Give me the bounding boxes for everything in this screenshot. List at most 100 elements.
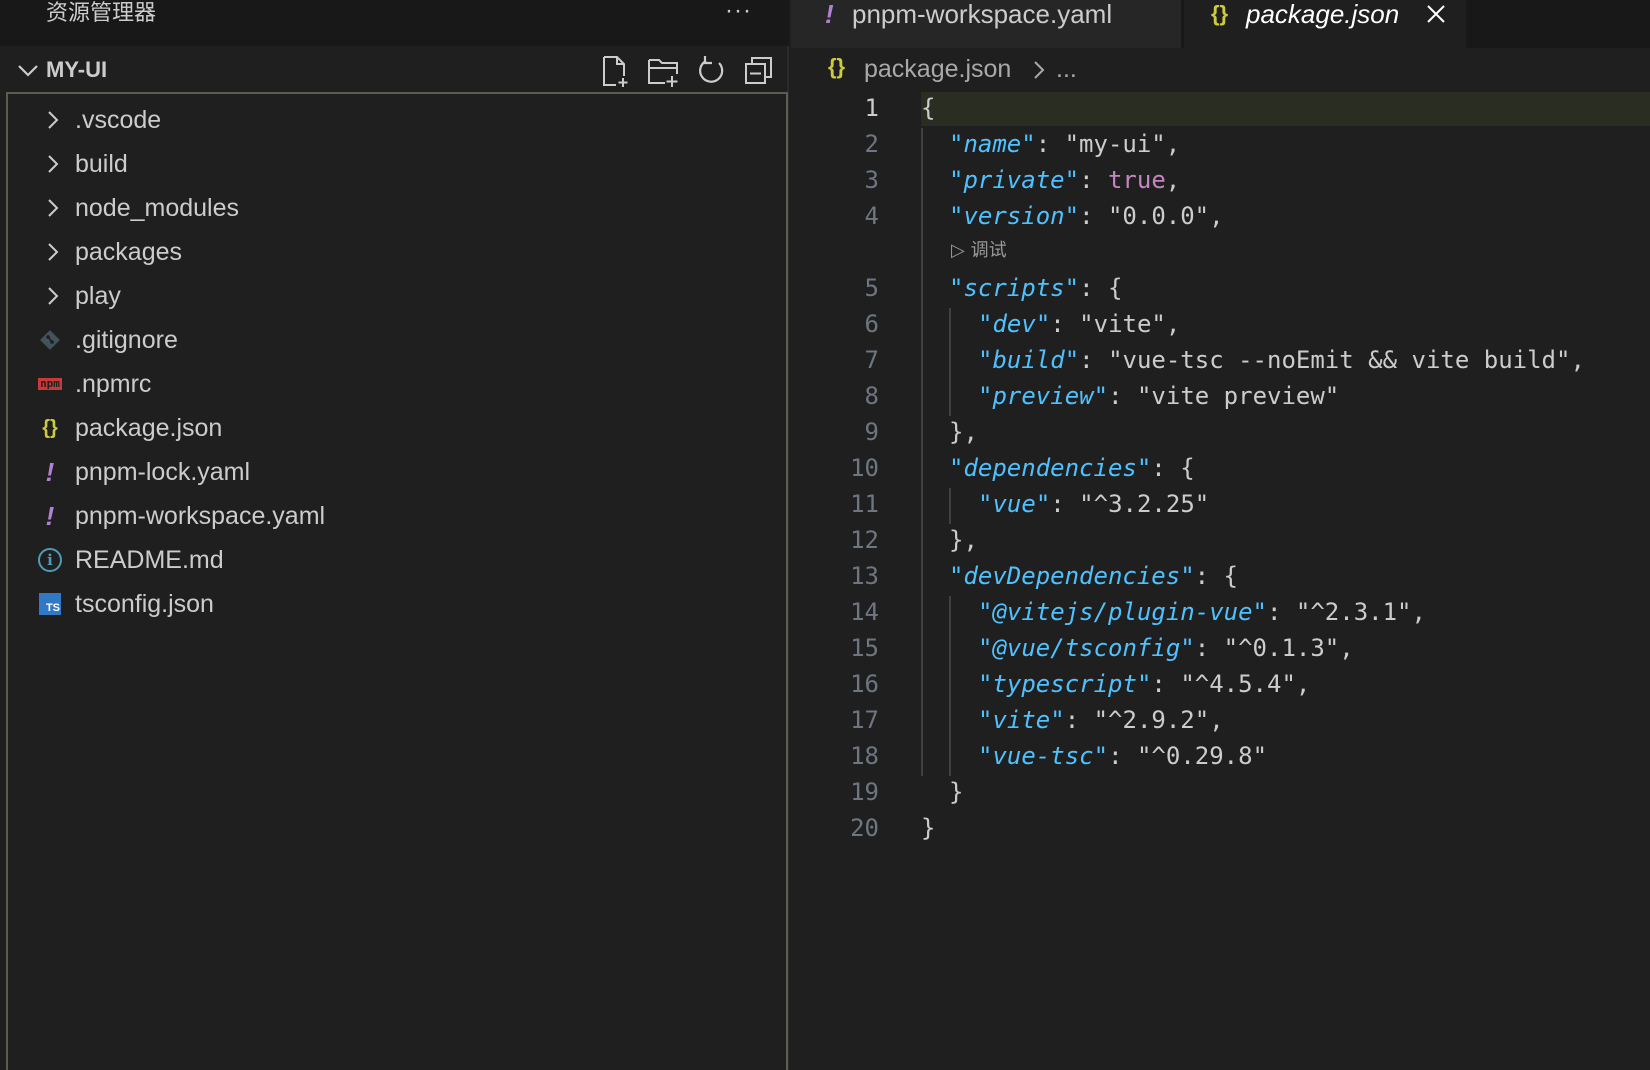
collapse-all-icon[interactable] [742, 54, 776, 88]
info-icon: i [36, 546, 64, 574]
line-number: 9 [864, 418, 879, 446]
code-text: "build": "vue-tsc --noEmit && vite build… [978, 346, 1585, 374]
line-number: 7 [864, 346, 879, 374]
chevron-down-icon[interactable] [16, 58, 40, 82]
code-text: "private": true, [949, 166, 1181, 194]
code-line: 4 "version": "0.0.0", [791, 198, 1650, 234]
code-text: "dev": "vite", [978, 310, 1181, 338]
tree-item-label: node_modules [75, 194, 240, 222]
code-line: 8 "preview": "vite preview" [791, 378, 1650, 414]
tab-package-json[interactable]: {} package.json [1184, 0, 1466, 48]
tree-item-label: .gitignore [75, 326, 178, 354]
code-text: "vue-tsc": "^0.29.8" [978, 742, 1268, 770]
tab-bar: ! pnpm-workspace.yaml {} package.json [791, 0, 1650, 48]
tree-item-package-json[interactable]: {} package.json [8, 406, 786, 450]
tree-item-node-modules[interactable]: node_modules [8, 186, 786, 230]
chevron-right-icon [48, 243, 59, 261]
code-text: "name": "my-ui", [949, 130, 1181, 158]
tree-item-build[interactable]: build [8, 142, 786, 186]
tree-item-readme[interactable]: i README.md [8, 538, 786, 582]
editor-area: ! pnpm-workspace.yaml {} package.json {}… [791, 0, 1650, 1070]
line-number: 3 [864, 166, 879, 194]
tree-item-label: package.json [75, 414, 223, 442]
line-number: 12 [850, 526, 879, 554]
code-text: "version": "0.0.0", [949, 202, 1224, 230]
project-header[interactable]: MY-UI [0, 48, 789, 92]
typescript-icon: TS [36, 590, 64, 618]
tree-item-tsconfig[interactable]: TS tsconfig.json [8, 582, 786, 626]
explorer-title: 资源管理器 [46, 1, 157, 26]
line-number: 10 [850, 454, 879, 482]
json-icon: {} [1211, 1, 1229, 26]
tree-item-vscode[interactable]: .vscode [8, 98, 786, 142]
line-number: 20 [850, 814, 879, 842]
file-tree: .vscode build node_modules packages play… [6, 92, 788, 1070]
code-line: 1 { [791, 90, 1650, 126]
line-number: 6 [864, 310, 879, 338]
code-text: "vue": "^3.2.25" [978, 490, 1210, 518]
tree-item-label: play [75, 282, 121, 310]
tree-item-label: pnpm-workspace.yaml [75, 502, 326, 530]
git-icon [36, 326, 64, 354]
code-line: 5 "scripts": { [791, 270, 1650, 306]
code-text: }, [949, 526, 978, 554]
explorer-sidebar: 资源管理器 ··· MY-UI .vscode build node_modul… [0, 0, 789, 1070]
yaml-icon-text: ! [45, 456, 55, 487]
tree-item-gitignore[interactable]: .gitignore [8, 318, 786, 362]
line-number: 11 [850, 490, 879, 518]
tab-label: pnpm-workspace.yaml [852, 0, 1113, 29]
code-text: }, [949, 418, 978, 446]
yaml-icon: ! [825, 0, 834, 29]
new-folder-icon[interactable] [646, 54, 680, 88]
line-number: 1 [864, 94, 879, 122]
tab-pnpm-workspace[interactable]: ! pnpm-workspace.yaml [791, 0, 1181, 48]
code-text: "preview": "vite preview" [978, 382, 1340, 410]
chevron-right-icon [48, 199, 59, 217]
line-number: 5 [864, 274, 879, 302]
npm-icon: npm [36, 370, 64, 398]
code-line: 2 "name": "my-ui", [791, 126, 1650, 162]
breadcrumb-file[interactable]: package.json [864, 54, 1011, 84]
code-line: 14 "@vitejs/plugin-vue": "^2.3.1", [791, 594, 1650, 630]
line-number: 15 [850, 634, 879, 662]
code-line: 3 "private": true, [791, 162, 1650, 198]
line-number: 19 [850, 778, 879, 806]
more-actions-icon[interactable]: ··· [725, 0, 752, 23]
code-editor[interactable]: 1 { 2 "name": "my-ui", 3 "private": true… [791, 90, 1650, 1070]
code-line: 18 "vue-tsc": "^0.29.8" [791, 738, 1650, 774]
code-line: 17 "vite": "^2.9.2", [791, 702, 1650, 738]
code-text: } [921, 814, 936, 842]
tree-item-npmrc[interactable]: npm .npmrc [8, 362, 786, 406]
tree-item-label: packages [75, 238, 183, 266]
typescript-icon-text: TS [39, 593, 61, 615]
tree-item-pnpm-lock[interactable]: ! pnpm-lock.yaml [8, 450, 786, 494]
code-line: 13 "devDependencies": { [791, 558, 1650, 594]
code-line: 7 "build": "vue-tsc --noEmit && vite bui… [791, 342, 1650, 378]
yaml-icon-text: ! [45, 500, 55, 531]
breadcrumb-more[interactable]: ... [1056, 54, 1077, 84]
npm-icon-text: npm [38, 377, 62, 390]
code-text: { [921, 94, 936, 122]
new-file-icon[interactable] [598, 54, 632, 88]
tree-item-label: build [75, 150, 128, 178]
project-name: MY-UI [46, 57, 108, 82]
debug-codelens[interactable]: ▷ 调试 [951, 236, 1007, 266]
code-line: 9 }, [791, 414, 1650, 450]
refresh-icon[interactable] [694, 54, 728, 88]
json-icon-text: {} [42, 416, 58, 439]
tree-item-pnpm-workspace[interactable]: ! pnpm-workspace.yaml [8, 494, 786, 538]
code-text: "vite": "^2.9.2", [978, 706, 1224, 734]
tree-item-packages[interactable]: packages [8, 230, 786, 274]
info-icon-text: i [38, 548, 62, 572]
code-line: 10 "dependencies": { [791, 450, 1650, 486]
code-text: "typescript": "^4.5.4", [978, 670, 1311, 698]
close-icon[interactable] [1424, 2, 1448, 26]
tree-item-label: README.md [75, 546, 224, 574]
line-number: 16 [850, 670, 879, 698]
code-text: } [949, 778, 964, 806]
line-number: 2 [864, 130, 879, 158]
line-number: 18 [850, 742, 879, 770]
tree-item-play[interactable]: play [8, 274, 786, 318]
chevron-right-icon [48, 287, 59, 305]
line-number: 13 [850, 562, 879, 590]
